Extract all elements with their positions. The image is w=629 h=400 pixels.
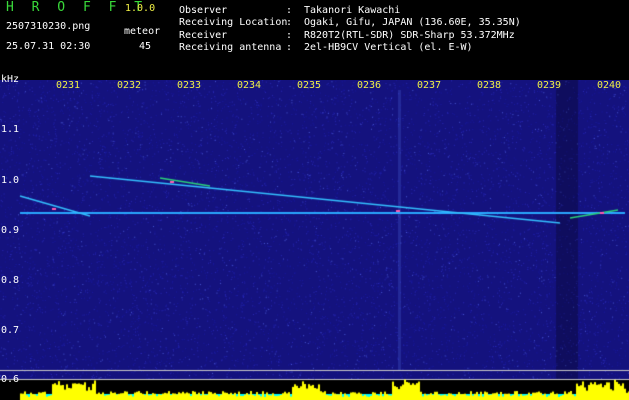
location-label: Receiving Location [179,17,288,28]
separator: : [286,5,293,16]
time-tick: 0232 [117,80,142,91]
separator: : [286,42,293,53]
date-time: 25.07.31 02:30 [6,41,91,52]
app-version: 1.0.0 [125,3,156,14]
time-tick: 0239 [537,80,562,91]
meteor-count: 45 [139,41,152,52]
frequency-tick: 0.7 [1,325,20,336]
observer-value: Takanori Kawachi [304,5,401,16]
antenna-label: Receiving antenna [179,42,282,53]
frequency-tick: 0.9 [1,225,20,236]
observer-label: Observer [179,5,228,16]
file-name: 2507310230.png [6,21,91,32]
frequency-tick: 0.6 [1,374,20,385]
antenna-value: 2el-HB9CV Vertical (el. E-W) [304,42,473,53]
location-value: Ogaki, Gifu, JAPAN (136.60E, 35.35N) [304,17,521,28]
time-tick: 0231 [56,80,81,91]
time-tick: 0238 [477,80,502,91]
receiver-label: Receiver [179,30,228,41]
frequency-tick: 0.8 [1,275,20,286]
time-tick: 0234 [237,80,262,91]
frequency-unit-label: kHz [1,74,20,85]
time-tick: 0237 [417,80,442,91]
separator: : [286,30,293,41]
meteor-label: meteor [124,26,161,37]
receiver-value: R820T2(RTL-SDR) SDR-Sharp 53.372MHz [304,30,515,41]
frequency-tick: 1.1 [1,124,20,135]
time-tick: 0240 [597,80,622,91]
spectrogram-canvas [0,80,629,400]
separator: : [286,17,293,28]
header-panel: H R O F F T 1.0.0 2507310230.png meteor … [0,0,629,74]
time-tick: 0236 [357,80,382,91]
time-tick: 0235 [297,80,322,91]
frequency-tick: 1.0 [1,175,20,186]
time-tick: 0233 [177,80,202,91]
